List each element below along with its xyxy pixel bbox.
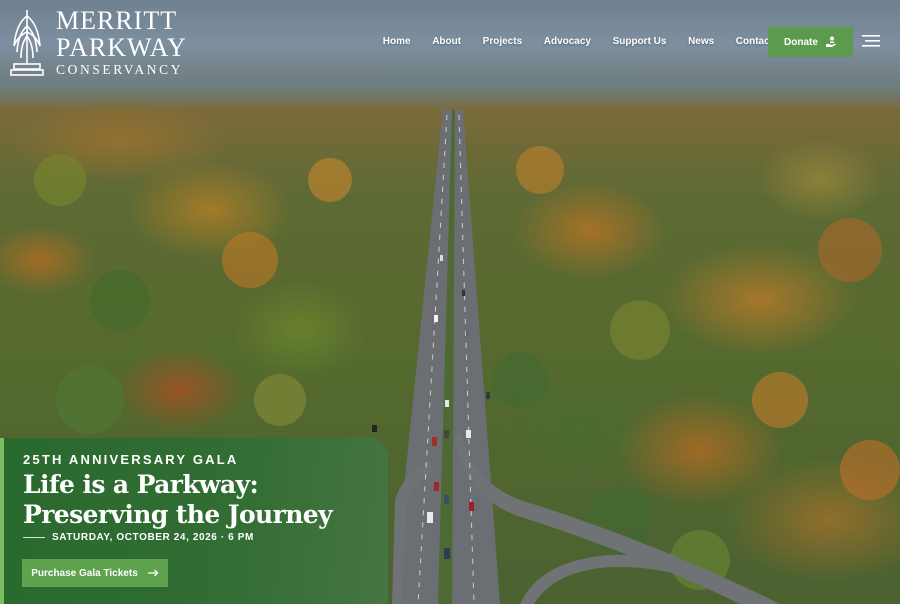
brand-name-line2: PARKWAY [56, 32, 187, 62]
donate-button[interactable]: Donate [768, 27, 853, 57]
nav-support-us[interactable]: Support Us [602, 30, 677, 53]
arrow-right-icon [147, 569, 159, 577]
nav-home[interactable]: Home [372, 30, 421, 53]
brand-name-line1: MERRITT [56, 5, 178, 35]
nav-advocacy[interactable]: Advocacy [533, 30, 602, 53]
gala-title-line2: Preserving the Journey [23, 500, 333, 529]
nav-news[interactable]: News [677, 30, 725, 53]
brand-wordmark: MERRITT PARKWAY CONSERVANCY [56, 5, 187, 77]
gala-title-line1: Life is a Parkway: [23, 470, 259, 499]
gala-panel-accent [0, 438, 4, 604]
hamburger-menu-icon[interactable] [862, 34, 880, 48]
main-nav: Home About Projects Advocacy Support Us … [372, 30, 784, 53]
brand-logo[interactable]: MERRITT PARKWAY CONSERVANCY [8, 6, 187, 78]
gala-title: Life is a Parkway: Preserving the Journe… [23, 470, 383, 530]
donate-label: Donate [784, 36, 818, 48]
gala-date: SATURDAY, OCTOBER 24, 2026 · 6 PM [52, 532, 254, 543]
site-header: MERRITT PARKWAY CONSERVANCY Home About P… [0, 0, 900, 84]
nav-about[interactable]: About [421, 30, 471, 53]
winged-pylon-emblem-icon [10, 10, 44, 76]
date-divider [23, 537, 45, 538]
gala-eyebrow: 25TH ANNIVERSARY GALA [23, 452, 239, 467]
brand-name-line3: CONSERVANCY [56, 61, 184, 77]
purchase-tickets-button[interactable]: Purchase Gala Tickets [22, 559, 168, 587]
hand-giving-icon [825, 36, 836, 47]
gala-date-row: SATURDAY, OCTOBER 24, 2026 · 6 PM [23, 532, 254, 543]
purchase-tickets-label: Purchase Gala Tickets [31, 567, 138, 579]
nav-projects[interactable]: Projects [472, 30, 533, 53]
